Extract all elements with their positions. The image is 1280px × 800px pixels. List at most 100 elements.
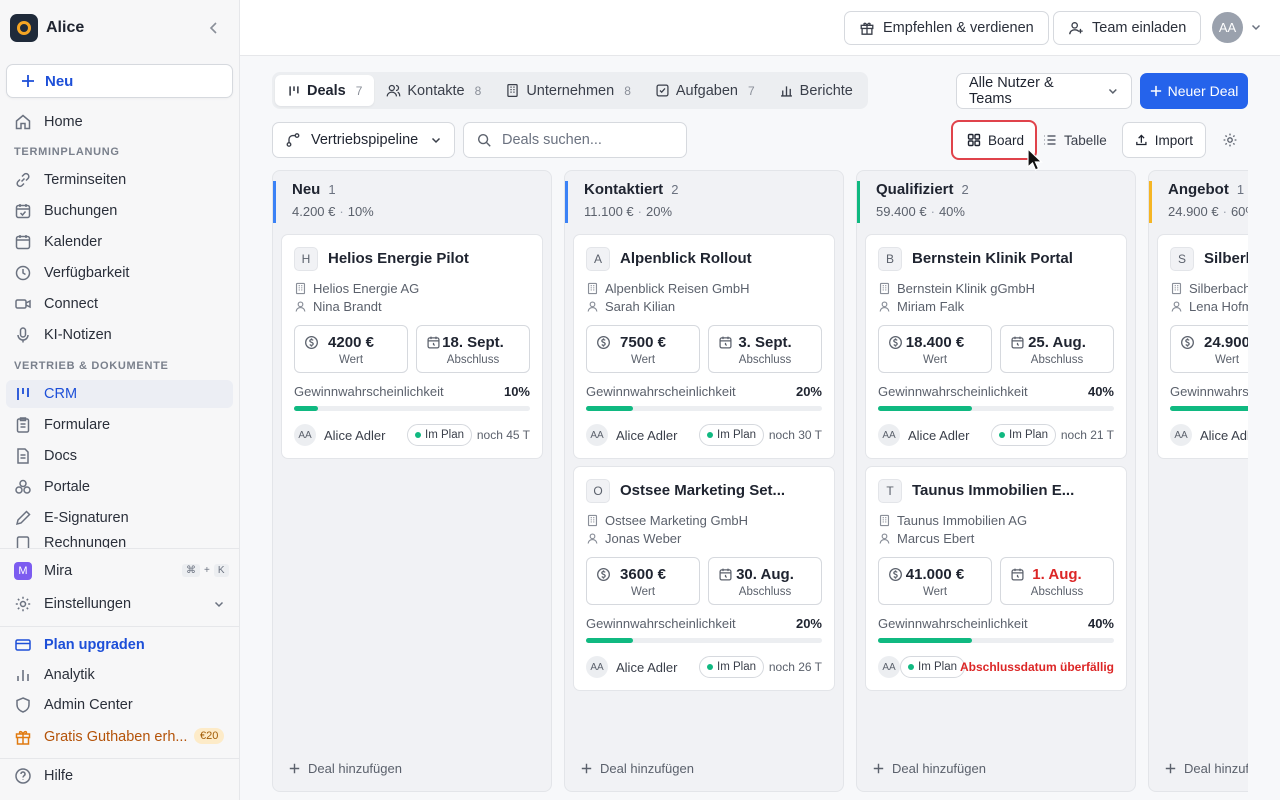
- sidebar-item-buchungen[interactable]: Buchungen: [6, 197, 233, 225]
- view-table-button[interactable]: Tabelle: [1031, 122, 1119, 158]
- new-button-label: Neu: [45, 72, 74, 90]
- contact-name: Marcus Ebert: [897, 531, 975, 546]
- company-name: Ostsee Marketing GmbH: [605, 513, 749, 528]
- tab-count: 7: [355, 83, 363, 98]
- contact-name: Nina Brandt: [313, 299, 382, 314]
- pipeline-select[interactable]: Vertriebspipeline: [272, 122, 455, 158]
- add-deal-label: Deal hinzufügen: [308, 761, 402, 776]
- user-avatar[interactable]: AA: [1212, 12, 1243, 43]
- gear-icon: [15, 596, 31, 612]
- tab-berichte[interactable]: Berichte: [767, 75, 865, 106]
- new-button[interactable]: Neu: [6, 64, 233, 98]
- sidebar-item-label: Gratis Guthaben erh...: [44, 729, 188, 745]
- owner-avatar: AA: [878, 656, 900, 678]
- person-icon: [587, 301, 598, 312]
- sidebar-item-portale[interactable]: Portale: [6, 473, 233, 501]
- sidebar-item-label: Hilfe: [44, 768, 74, 784]
- sidebar-item-ki-notizen[interactable]: KI-Notizen: [6, 321, 233, 349]
- deal-card[interactable]: H Helios Energie Pilot Helios Energie AG…: [281, 234, 543, 459]
- tab-kontakte[interactable]: Kontakte 8: [374, 75, 493, 106]
- home-icon: [15, 114, 31, 130]
- deal-owner: Alice Adler: [616, 660, 678, 675]
- refer-button[interactable]: Empfehlen & verdienen: [844, 11, 1049, 45]
- sidebar-item-verfuegbarkeit[interactable]: Verfügbarkeit: [6, 259, 233, 287]
- deal-search[interactable]: [463, 122, 687, 158]
- sidebar-item-home[interactable]: Home: [6, 108, 233, 136]
- grid-icon: [967, 133, 981, 147]
- days-remaining: noch 45 T: [476, 428, 530, 442]
- refer-button-label: Empfehlen & verdienen: [883, 20, 1034, 36]
- add-deal-button[interactable]: Deal hinzufügen: [1165, 761, 1248, 776]
- list-icon: [1044, 135, 1056, 145]
- probability-value: 10%: [503, 384, 530, 399]
- column-amount: 11.100 €: [584, 204, 634, 219]
- deal-close-date-box: 3. Sept. Abschluss: [708, 325, 822, 373]
- deal-card[interactable]: T Taunus Immobilien E... Taunus Immobili…: [865, 466, 1127, 691]
- search-input[interactable]: [502, 132, 672, 148]
- sidebar-item-label: Connect: [44, 296, 99, 312]
- sidebar-item-admin[interactable]: Admin Center: [6, 691, 233, 719]
- column-count: 2: [671, 182, 679, 197]
- deal-card[interactable]: O Ostsee Marketing Set... Ostsee Marketi…: [573, 466, 835, 691]
- view-board-button[interactable]: Board: [955, 122, 1036, 158]
- credit-badge: €20: [194, 728, 225, 744]
- add-deal-button[interactable]: Deal hinzufügen: [873, 761, 986, 776]
- status-label: Im Plan: [425, 429, 464, 441]
- person-icon: [879, 301, 890, 312]
- deal-close-label: Abschluss: [1030, 354, 1084, 366]
- column-summary: 59.400 € · 40%: [876, 204, 965, 219]
- deal-card[interactable]: S Silberbach Silberbach Lena Hofm 24.900…: [1157, 234, 1248, 459]
- sidebar-item-crm[interactable]: CRM: [6, 380, 233, 408]
- deal-value-label: Wert: [630, 586, 656, 598]
- board-settings-gear-icon[interactable]: [1222, 132, 1238, 148]
- deal-value: 24.900: [1204, 334, 1248, 351]
- sidebar-item-upgrade[interactable]: Plan upgraden: [6, 631, 233, 659]
- sidebar-item-label: Plan upgraden: [44, 637, 145, 653]
- users-teams-select[interactable]: Alle Nutzer & Teams: [956, 73, 1132, 109]
- probability-label: Gewinnwahrsc: [1170, 384, 1248, 399]
- add-deal-button[interactable]: Deal hinzufügen: [581, 761, 694, 776]
- column-count: 1: [1236, 182, 1245, 197]
- invite-team-button[interactable]: Team einladen: [1053, 11, 1202, 45]
- sidebar-item-rechnungen[interactable]: Rechnungen: [6, 535, 233, 548]
- column-header: Angebot 1 24.900 €·60%: [1149, 181, 1248, 223]
- sidebar-item-e-signaturen[interactable]: E-Signaturen: [6, 504, 233, 532]
- new-deal-button[interactable]: Neuer Deal: [1140, 73, 1248, 109]
- deal-close-date: 30. Aug.: [736, 566, 794, 583]
- probability-bar-fill: [294, 406, 318, 411]
- deal-card[interactable]: B Bernstein Klinik Portal Bernstein Klin…: [865, 234, 1127, 459]
- deal-card[interactable]: A Alpenblick Rollout Alpenblick Reisen G…: [573, 234, 835, 459]
- add-deal-button[interactable]: Deal hinzufügen: [289, 761, 402, 776]
- sidebar-item-settings[interactable]: Einstellungen: [6, 590, 233, 618]
- column-amount: 24.900 €: [1168, 204, 1219, 219]
- deal-value: 18.400 €: [905, 334, 965, 351]
- calendar-check-icon: [15, 204, 31, 219]
- status-badge: Im Plan: [699, 656, 764, 678]
- probability-bar-fill: [878, 406, 973, 411]
- tab-unternehmen[interactable]: Unternehmen 8: [493, 75, 643, 106]
- column-probability: 10%: [347, 204, 374, 219]
- mira-icon: M: [14, 562, 32, 580]
- workspace-switcher[interactable]: Alice: [10, 14, 84, 42]
- deal-contact: Miriam Falk: [878, 299, 964, 314]
- chevron-down-icon[interactable]: [1250, 21, 1262, 33]
- sidebar-item-label: Kalender: [44, 234, 103, 250]
- deal-close-date: 25. Aug.: [1028, 334, 1086, 351]
- sidebar-item-help[interactable]: Hilfe: [6, 762, 233, 790]
- tab-deals[interactable]: Deals 7: [275, 75, 375, 106]
- sidebar-item-docs[interactable]: Docs: [6, 442, 233, 470]
- sidebar-item-analytik[interactable]: Analytik: [6, 661, 233, 689]
- sidebar-item-terminseiten[interactable]: Terminseiten: [6, 166, 233, 194]
- tab-aufgaben[interactable]: Aufgaben 7: [643, 75, 767, 106]
- plus-icon: [289, 763, 300, 774]
- collapse-sidebar-icon[interactable]: [206, 20, 222, 36]
- sidebar-item-kalender[interactable]: Kalender: [6, 228, 233, 256]
- add-deal-label: Deal hinzufügen: [892, 761, 986, 776]
- import-button[interactable]: Import: [1122, 122, 1206, 158]
- sidebar-item-connect[interactable]: Connect: [6, 290, 233, 318]
- chevron-down-icon: [214, 601, 224, 608]
- sidebar-item-formulare[interactable]: Formulare: [6, 411, 233, 439]
- gift-icon: [15, 730, 31, 745]
- credit-card-icon: [15, 639, 31, 651]
- deal-initial: B: [878, 247, 902, 271]
